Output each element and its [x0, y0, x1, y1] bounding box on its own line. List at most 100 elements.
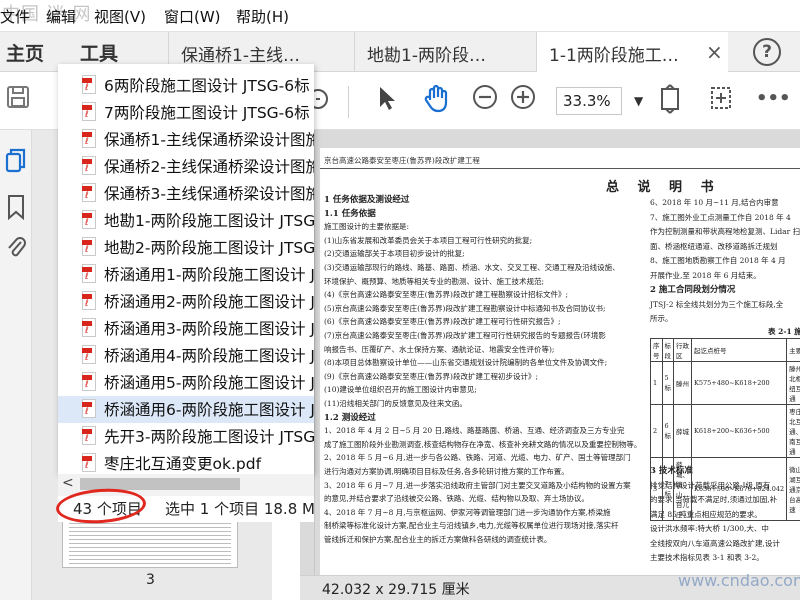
file-name: 保通桥1-主线保通桥梁设计图施	[104, 131, 314, 149]
zoom-out-icon[interactable]	[472, 84, 498, 117]
document-text-line: 开展作业,至 2018 年 6 月结束。	[650, 270, 761, 280]
menu-window[interactable]: 窗口(W)	[164, 6, 221, 27]
pdf-file-icon: ℓ	[82, 399, 96, 418]
document-text-line: 制桥梁等标准化设计方案,配合业主与沿线镇乡,电力,光缆等权属单位进行现场对接,落…	[324, 521, 619, 531]
document-heading: 1.1 任务依据	[324, 208, 376, 219]
zoom-in-icon[interactable]	[510, 84, 536, 117]
document-text-line: (3)交通运输部现行的路线、路基、路面、桥涵、水文、交叉工程、交通工程及沿线设施…	[324, 263, 620, 272]
menu-edit[interactable]: 编辑	[46, 6, 76, 27]
table-cell: 1	[650, 361, 663, 405]
close-tab-icon[interactable]: ×	[706, 40, 723, 64]
document-text-line: 施工图设计的主要依据是:	[324, 222, 410, 232]
doc-tab-2[interactable]: 地勘1-两阶段…	[354, 32, 526, 72]
file-list-item[interactable]: ℓ 7两阶段施工图设计 JTSG-6标 (	[58, 99, 314, 126]
pdf-file-icon: ℓ	[82, 372, 96, 391]
page-thumbnail[interactable]	[62, 518, 238, 568]
pdf-file-icon: ℓ	[82, 183, 96, 202]
table-cell: 滕州北枢纽互通	[786, 361, 800, 405]
file-list-item[interactable]: ℓ 桥涵通用4-两阶段施工图设计 JT	[58, 342, 314, 369]
file-name: 枣庄北互通变更ok.pdf	[104, 455, 262, 473]
table-cell: 薛城、微山、台儿庄	[673, 457, 692, 521]
document-text-line: (6)《京台高速公路泰安至枣庄(鲁苏界)段改扩建工程可行性研究报告》;	[324, 317, 561, 327]
file-list-item[interactable]: ℓ 保通桥2-主线保通桥梁设计图施	[58, 153, 314, 180]
table-cell: 行政区	[673, 338, 692, 362]
pdf-file-icon: ℓ	[82, 237, 96, 256]
attachment-icon[interactable]	[5, 234, 27, 260]
document-text-line: 3、2018 年 6 月~7 月,进一步落实沿线政府主管部门对主要交叉道路及小结…	[324, 480, 631, 490]
tab-tools[interactable]: 工具	[80, 39, 118, 66]
pdf-file-icon: ℓ	[82, 318, 96, 337]
file-name: 保通桥2-主线保通桥梁设计图施	[104, 158, 314, 176]
tab-home[interactable]: 主页	[6, 39, 44, 66]
file-list-item[interactable]: ℓ 桥涵通用1-两阶段施工图设计 JT	[58, 261, 314, 288]
menu-file[interactable]: 文件	[0, 6, 30, 27]
file-list-item[interactable]: ℓ 桥涵通用3-两阶段施工图设计 JT	[58, 315, 314, 342]
document-text-line: (11)沿线相关部门的反馈意见及往来文函。	[324, 399, 467, 408]
document-text-line: (9)《京台高速公路泰安至枣庄(鲁苏界)段改扩建工程初步设计》;	[324, 371, 539, 381]
doc-tab-active[interactable]: 1-1两阶段施工…	[536, 32, 728, 73]
file-name: 6两阶段施工图设计 JTSG-6标 (	[104, 77, 314, 95]
file-name: 保通桥3-主线保通桥梁设计图施	[104, 185, 314, 203]
zoom-level-value: 33.3%	[563, 92, 611, 110]
file-list-item[interactable]: ℓ 地勘2-两阶段施工图设计 JTSG-	[58, 234, 314, 261]
selected-item-info: 选中 1 个项目 18.8 M	[165, 500, 315, 518]
pdf-file-icon: ℓ	[82, 156, 96, 175]
file-list-item[interactable]: ℓ 先开3-两阶段施工图设计 JTSG-	[58, 423, 314, 450]
fit-page-icon[interactable]	[658, 84, 682, 121]
file-list-item[interactable]: ℓ 桥涵通用5-两阶段施工图设计 JT	[58, 369, 314, 396]
file-name: 桥涵通用1-两阶段施工图设计 JT	[104, 266, 314, 284]
scroll-left-icon[interactable]: <	[62, 475, 74, 491]
menu-view[interactable]: 视图(V)	[94, 6, 146, 27]
document-heading: 1 任务依据及测设经过	[324, 195, 410, 205]
thumbnail-preview	[69, 523, 231, 565]
table-cell: 主要	[786, 338, 800, 362]
file-list-item[interactable]: ℓ 地勘1-两阶段施工图设计 JTSG-	[58, 207, 314, 234]
table-row: 序号 标段 行政区 起讫点桩号 主要	[650, 338, 800, 362]
file-list-item[interactable]: ℓ 保通桥1-主线保通桥梁设计图施	[58, 126, 314, 153]
table-caption: 表 2-1 施	[768, 327, 800, 336]
table-cell: 滕州	[673, 361, 692, 405]
table-cell: 微山湖互通京台高速	[786, 457, 800, 521]
file-list: ℓ 6两阶段施工图设计 JTSG-6标 ( ℓ 7两阶段施工图设计 JTSG-6标 (…	[58, 64, 314, 474]
document-text-line: 全线按双向八车道高速公路改扩建,设计	[650, 538, 780, 548]
file-name: 桥涵通用4-两阶段施工图设计 JT	[104, 347, 314, 365]
document-text-line: (10)建设单位组织召开的施工图设计内审意见;	[324, 385, 477, 395]
document-text-line: 成了施工图阶段外业勘测调查,核查结构物存在净宽、核查补充耕文路的情况以及重要控制…	[324, 439, 642, 449]
file-list-item[interactable]: ℓ 桥涵通用6-两阶段施工图设计 JT	[58, 396, 314, 423]
pdf-file-icon: ℓ	[82, 453, 96, 472]
document-heading: 1.2 测设经过	[324, 412, 376, 423]
pdf-file-icon: ℓ	[82, 102, 96, 121]
bookmark-icon[interactable]	[5, 194, 27, 221]
file-list-item[interactable]: ℓ 桥涵通用2-两阶段施工图设计 JT	[58, 288, 314, 315]
pdf-file-icon: ℓ	[82, 75, 96, 94]
file-list-item[interactable]: ℓ 6两阶段施工图设计 JTSG-6标 (	[58, 72, 314, 99]
page-thumbnails-icon[interactable]	[5, 148, 27, 174]
file-list-item[interactable]: ℓ 枣庄北互通变更ok.pdf	[58, 450, 314, 474]
toolbar-divider	[348, 86, 349, 118]
document-text-line: 6、2018 年 10 月~11 月,结合内审意	[650, 198, 779, 207]
table-cell: 6标	[661, 404, 674, 458]
menu-help[interactable]: 帮助(H)	[236, 6, 289, 27]
chevron-down-icon[interactable]: ▼	[634, 94, 643, 108]
pdf-file-icon: ℓ	[82, 291, 96, 310]
document-text-line: 主要技术指标见表 3-1 和表 3-2。	[650, 553, 764, 562]
file-list-item[interactable]: ℓ 保通桥3-主线保通桥梁设计图施	[58, 180, 314, 207]
document-text-line: 4、2018 年 7 月~8 月,与京枢运网、伊家河等调管理部门进一步沟通协作方…	[324, 507, 611, 517]
pdf-file-icon: ℓ	[82, 210, 96, 229]
select-cursor-icon[interactable]	[376, 84, 398, 119]
document-text-line: 设计洪水频率:特大桥 1/300,大、中	[650, 524, 769, 533]
table-cell: 序号	[650, 338, 663, 362]
full-screen-icon[interactable]	[708, 84, 734, 119]
save-icon[interactable]	[6, 84, 30, 117]
more-options-icon[interactable]: •••	[756, 84, 791, 114]
table-row: 3 7标 薛城、微山、台儿庄 K636+500~K670+024.042 微山湖互通京台…	[650, 457, 800, 521]
zoom-level-field[interactable]: 33.3%	[556, 87, 622, 115]
site-watermark: www.cndao.com	[678, 571, 800, 590]
document-text-line: 所示。	[650, 314, 673, 323]
document-page[interactable]: 京台高速公路泰安至枣庄(鲁苏界)段改扩建工程 总 说 明 书 1 任务依据及测设…	[320, 148, 800, 578]
help-icon[interactable]: ?	[753, 38, 781, 66]
document-text-line: 7、施工图外业工点测量工作自 2018 年 4	[650, 212, 791, 222]
document-text-line: 的意见,并结合要求了沿线被交公路、铁路、光缆、结构物以及取、弃土场协议。	[324, 494, 589, 504]
hand-tool-icon[interactable]	[422, 84, 452, 121]
document-text-line: (7)京台高速公路泰安至枣庄(鲁苏界)段改扩建工程可行性研究报告的专题报告(环境…	[324, 331, 606, 340]
